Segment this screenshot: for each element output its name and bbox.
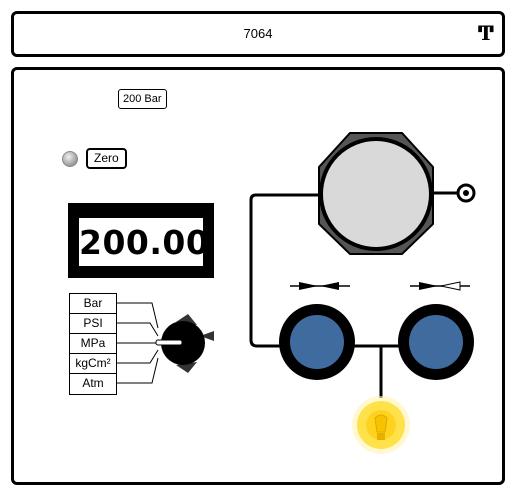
unit-selector-wiring <box>117 302 159 384</box>
double-arrow-closed-icon <box>290 282 350 290</box>
unit-option-kgcm2[interactable]: kgCm² <box>70 354 116 374</box>
outlet-port-icon <box>456 183 476 203</box>
display-value: 200.00 <box>78 217 209 267</box>
valve-right[interactable] <box>398 304 474 380</box>
double-arrow-open-icon <box>410 281 470 291</box>
unit-list: Bar PSI MPa kgCm² Atm <box>69 293 117 395</box>
zero-indicator-icon <box>62 151 78 167</box>
pressure-head[interactable] <box>318 132 434 255</box>
unit-option-mpa[interactable]: MPa <box>70 334 116 354</box>
digital-display: 200.00 <box>68 203 214 278</box>
rotary-knob-icon[interactable] <box>155 314 214 373</box>
zero-button[interactable]: Zero <box>86 148 127 169</box>
range-button[interactable]: 200 Bar <box>118 89 167 109</box>
valve-left[interactable] <box>279 304 355 380</box>
unit-option-psi[interactable]: PSI <box>70 314 116 334</box>
unit-option-atm[interactable]: Atm <box>70 374 116 394</box>
unit-option-bar[interactable]: Bar <box>70 294 116 314</box>
lamp-icon <box>352 396 410 454</box>
